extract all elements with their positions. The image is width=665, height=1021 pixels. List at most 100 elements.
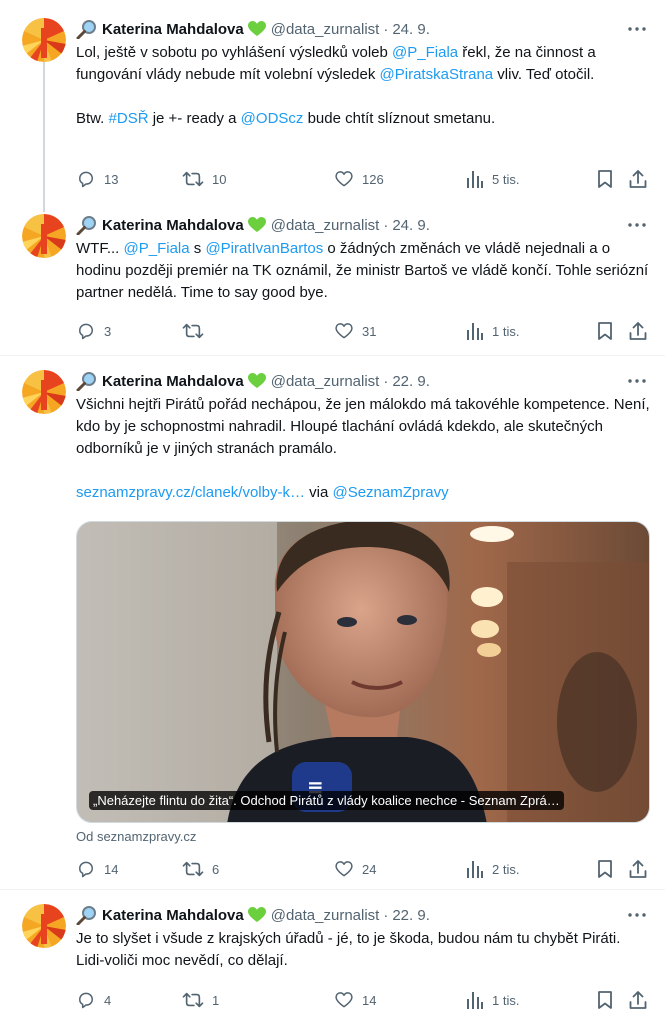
avatar[interactable] <box>22 904 66 948</box>
tweet-paragraph: Btw. #DSŘ je +- ready a @ODScz bude chtí… <box>76 108 651 130</box>
bookmark-button[interactable] <box>596 168 622 190</box>
card-source[interactable]: Od seznamzpravy.cz <box>76 829 196 844</box>
separator-dot: · <box>383 20 389 38</box>
tweet-text-segment: via <box>304 484 333 501</box>
views-button[interactable]: 1 tis. <box>466 989 519 1011</box>
reply-icon <box>76 321 104 341</box>
author-name[interactable]: Katerina Mahdalova <box>102 907 244 924</box>
tweet[interactable]: Katerina Mahdalova @data_zurnalist · 24.… <box>0 0 665 200</box>
bar-chart-icon <box>466 859 492 879</box>
tweet-date[interactable]: 22. 9. <box>392 373 430 390</box>
mention-link[interactable]: @PiratskaStrana <box>380 66 494 83</box>
views-button[interactable]: 2 tis. <box>466 858 519 880</box>
like-button[interactable]: 14 <box>334 989 376 1011</box>
mention-link[interactable]: @P_Fiala <box>392 44 458 61</box>
magnifier-emoji-icon <box>76 19 98 40</box>
tweet-paragraph: WTF... @P_Fiala s @PiratIvanBartos o žád… <box>76 238 651 304</box>
reply-button[interactable]: 14 <box>76 858 118 880</box>
author-handle[interactable]: @data_zurnalist <box>271 217 380 234</box>
tweet-paragraph: seznamzpravy.cz/clanek/volby-k… via @Sez… <box>76 482 651 504</box>
likes-count: 126 <box>362 171 384 187</box>
tweet-text: Je to slyšet i všude z krajských úřadů -… <box>76 928 651 972</box>
author-handle[interactable]: @data_zurnalist <box>271 21 380 38</box>
mention-link[interactable]: seznamzpravy.cz/clanek/volby-k… <box>76 484 305 501</box>
mention-link[interactable]: @SeznamZpravy <box>332 484 448 501</box>
mention-link[interactable]: #DSŘ <box>109 110 149 127</box>
green-heart-emoji-icon <box>247 907 266 923</box>
avatar[interactable] <box>22 370 66 414</box>
avatar[interactable] <box>22 214 66 258</box>
thread-line <box>43 200 45 212</box>
retweets-count: 1 <box>212 992 220 1008</box>
mention-link[interactable]: @ODScz <box>241 110 304 127</box>
green-heart-emoji-icon <box>247 217 266 233</box>
like-button[interactable]: 126 <box>334 168 384 190</box>
like-button[interactable]: 31 <box>334 320 376 342</box>
retweet-icon <box>182 859 212 879</box>
tweet-date[interactable]: 22. 9. <box>392 907 430 924</box>
replies-count: 3 <box>104 323 112 339</box>
reply-button[interactable]: 13 <box>76 168 118 190</box>
author-handle[interactable]: @data_zurnalist <box>271 373 380 390</box>
author-name[interactable]: Katerina Mahdalova <box>102 21 244 38</box>
views-button[interactable]: 5 tis. <box>466 168 519 190</box>
more-icon[interactable] <box>625 214 649 236</box>
like-button[interactable]: 24 <box>334 858 376 880</box>
tweet-text-segment: vliv. Teď otočil. <box>493 66 595 83</box>
avatar[interactable] <box>22 18 66 62</box>
tweet-actions: 3 31 1 tis. <box>76 320 656 342</box>
tweet-date[interactable]: 24. 9. <box>392 21 430 38</box>
reply-icon <box>76 859 104 879</box>
tweet-header: Katerina Mahdalova @data_zurnalist · 24.… <box>76 214 649 236</box>
tweet[interactable]: Katerina Mahdalova @data_zurnalist · 22.… <box>0 890 665 1021</box>
reply-button[interactable]: 3 <box>76 320 111 342</box>
tweet[interactable]: Katerina Mahdalova @data_zurnalist · 22.… <box>0 356 665 890</box>
mention-link[interactable]: @P_Fiala <box>124 240 190 257</box>
author-name[interactable]: Katerina Mahdalova <box>102 217 244 234</box>
tweet-actions: 13 10 126 5 tis. <box>76 168 656 190</box>
replies-count: 4 <box>104 992 112 1008</box>
share-button[interactable] <box>628 989 656 1011</box>
views-button[interactable]: 1 tis. <box>466 320 519 342</box>
retweet-button[interactable]: 10 <box>182 168 226 190</box>
bar-chart-icon <box>466 321 492 341</box>
tweet-text-segment: WTF... <box>76 240 124 257</box>
retweet-icon <box>182 321 212 341</box>
separator-dot: · <box>383 906 389 924</box>
bookmark-button[interactable] <box>596 989 622 1011</box>
author-name[interactable]: Katerina Mahdalova <box>102 373 244 390</box>
more-icon[interactable] <box>625 370 649 392</box>
retweet-icon <box>182 990 212 1010</box>
card-caption: „Neházejte flintu do žita“. Odchod Pirát… <box>89 791 564 810</box>
heart-icon <box>334 990 362 1010</box>
share-icon <box>628 321 656 341</box>
magnifier-emoji-icon <box>76 905 98 926</box>
retweet-button[interactable] <box>182 320 212 342</box>
mention-link[interactable]: @PiratIvanBartos <box>205 240 323 257</box>
heart-icon <box>334 321 362 341</box>
heart-icon <box>334 169 362 189</box>
tweet-date[interactable]: 24. 9. <box>392 217 430 234</box>
bookmark-button[interactable] <box>596 320 622 342</box>
share-button[interactable] <box>628 168 656 190</box>
bar-chart-icon <box>466 990 492 1010</box>
replies-count: 13 <box>104 171 119 187</box>
reply-button[interactable]: 4 <box>76 989 111 1011</box>
link-preview-card[interactable]: ≡ „Neházejte flintu do žita“. Odchod Pir… <box>76 521 650 823</box>
share-button[interactable] <box>628 858 656 880</box>
likes-count: 24 <box>362 861 377 877</box>
tweet-text: Lol, ještě v sobotu po vyhlášení výsledk… <box>76 42 651 130</box>
author-handle[interactable]: @data_zurnalist <box>271 907 380 924</box>
more-icon[interactable] <box>625 904 649 926</box>
tweet[interactable]: Katerina Mahdalova @data_zurnalist · 24.… <box>0 200 665 356</box>
retweet-button[interactable]: 6 <box>182 858 219 880</box>
article-photo: ≡ <box>77 522 649 822</box>
share-button[interactable] <box>628 320 656 342</box>
tweet-text: WTF... @P_Fiala s @PiratIvanBartos o žád… <box>76 238 651 304</box>
tweet-text-segment: bude chtít slíznout smetanu. <box>303 110 496 127</box>
retweet-button[interactable]: 1 <box>182 989 219 1011</box>
bookmark-button[interactable] <box>596 858 622 880</box>
tweet-header: Katerina Mahdalova @data_zurnalist · 22.… <box>76 370 649 392</box>
tweet-text-segment: s <box>189 240 206 257</box>
more-icon[interactable] <box>625 18 649 40</box>
